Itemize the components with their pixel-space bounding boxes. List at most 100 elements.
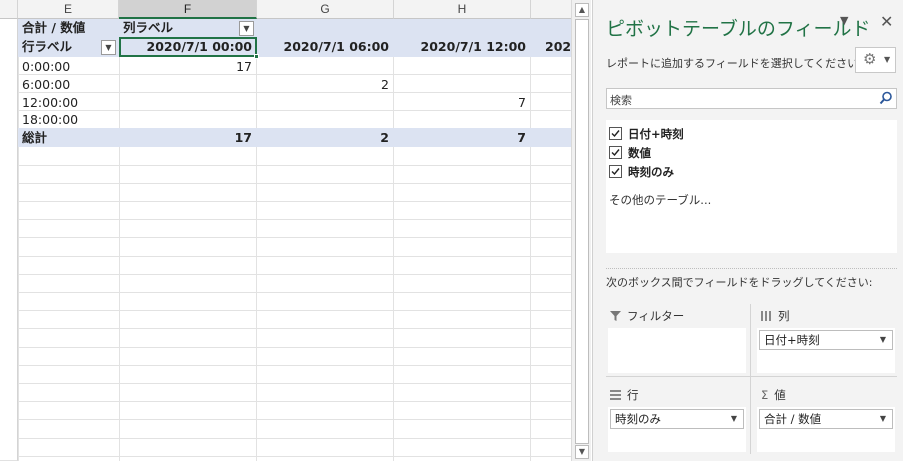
rows-icon [610,390,621,400]
pane-options-chevron-icon[interactable]: ▼ [840,14,848,27]
sigma-icon: Σ [761,388,769,402]
vertical-scrollbar[interactable]: ▲ ▼ [571,0,591,461]
worksheet[interactable]: E F G H 合計 / 数値 列ラベル ▼ 行ラベル ▼ 2020/7/1 0… [0,0,571,461]
pivot-value-label: 合計 / 数値 [22,20,86,35]
gridline [18,401,571,402]
pill-label: 日付+時刻 [764,333,820,347]
columns-field-pill[interactable]: 日付+時刻 ▼ [759,330,893,350]
rows-drop-area[interactable]: 時刻のみ ▼ [608,407,746,452]
gridline [18,365,571,366]
tools-button[interactable]: ⚙ ▼ [855,47,896,73]
gridline [18,237,571,238]
row-label[interactable]: 6:00:00 [22,76,118,94]
value-cell[interactable]: 17 [119,58,256,76]
filter-icon [610,311,621,321]
column-value-header[interactable]: 2020/7/1 06:00 [256,38,393,56]
scrollbar-thumb[interactable] [575,19,589,444]
rows-area-label: 行 [610,387,639,403]
value-cell[interactable]: 7 [393,94,530,112]
gridline [18,438,571,439]
value-cell[interactable] [119,76,256,94]
scroll-down-icon[interactable]: ▼ [575,445,589,459]
fill-handle[interactable] [254,54,259,59]
grand-total-label[interactable]: 総計 [22,129,118,147]
drag-instruction: 次のボックス間でフィールドをドラッグしてください: [606,276,873,289]
row-filter-dropdown-icon[interactable]: ▼ [101,40,116,55]
value-cell[interactable] [256,58,393,76]
value-cell[interactable] [393,111,530,129]
gridline [18,292,571,293]
row-label[interactable]: 12:00:00 [22,94,118,112]
row-labels-header: 行ラベル [22,39,73,54]
values-drop-area[interactable]: 合計 / 数値 ▼ [757,407,895,452]
value-cell[interactable] [119,94,256,112]
column-value-header[interactable]: 2020 [545,38,571,56]
gridline [18,219,571,220]
pane-title: ピボットテーブルのフィールド [606,18,871,40]
grand-total-cell[interactable]: 2 [256,129,393,147]
search-icon[interactable] [879,91,893,105]
chevron-down-icon[interactable]: ▼ [880,331,886,349]
value-cell[interactable] [393,76,530,94]
area-divider [750,304,751,454]
field-select-instruction: レポートに追加するフィールドを選択してください: [606,57,862,70]
area-title: 値 [774,388,786,402]
field-item-time-only[interactable]: 時刻のみ [609,164,674,180]
row-label[interactable]: 0:00:00 [22,58,118,76]
gridline [18,256,571,257]
scroll-up-icon[interactable]: ▲ [575,3,589,17]
gridline [18,456,571,457]
area-title: 行 [627,388,639,402]
value-cell[interactable]: 2 [256,76,393,94]
column-header-h[interactable]: H [394,0,531,19]
grand-total-cell[interactable]: 7 [393,129,530,147]
gridline [18,328,571,329]
gridline [18,274,571,275]
column-labels-header: 列ラベル [123,20,174,35]
pill-label: 時刻のみ [615,412,661,426]
value-cell[interactable] [393,58,530,76]
field-search-input[interactable]: 検索 [606,88,897,109]
checkbox-checked-icon[interactable] [609,165,622,178]
search-placeholder: 検索 [610,94,632,107]
value-cell[interactable] [256,111,393,129]
gridline [18,383,571,384]
gear-icon: ⚙ [863,50,877,68]
field-label: 日付+時刻 [628,127,684,141]
pill-label: 合計 / 数値 [764,412,822,426]
column-header-e[interactable]: E [18,0,119,19]
values-field-pill[interactable]: 合計 / 数値 ▼ [759,409,893,429]
column-header-i[interactable] [531,0,571,19]
close-icon[interactable]: ✕ [880,12,893,31]
gridline [18,183,571,184]
column-header-f[interactable]: F [119,0,257,19]
field-list: 日付+時刻 数値 時刻のみ その他のテーブル... [606,120,897,253]
value-cell[interactable] [256,94,393,112]
gridline [18,310,571,311]
gridline [18,19,19,461]
filter-drop-area[interactable] [608,328,746,373]
gridline [530,19,531,461]
grand-total-cell[interactable]: 17 [119,129,256,147]
area-title: 列 [778,309,790,323]
chevron-down-icon[interactable]: ▼ [880,410,886,428]
checkbox-checked-icon[interactable] [609,146,622,159]
field-label: 時刻のみ [628,165,674,179]
chevron-down-icon[interactable]: ▼ [731,410,737,428]
select-all-corner[interactable] [0,0,18,19]
gridline [18,347,571,348]
columns-drop-area[interactable]: 日付+時刻 ▼ [757,328,895,373]
column-header-g[interactable]: G [257,0,394,19]
value-cell[interactable] [119,111,256,129]
rows-field-pill[interactable]: 時刻のみ ▼ [610,409,744,429]
field-item-datetime[interactable]: 日付+時刻 [609,126,684,142]
checkbox-checked-icon[interactable] [609,127,622,140]
field-item-value[interactable]: 数値 [609,145,651,161]
row-header-strip[interactable] [0,19,18,461]
row-label[interactable]: 18:00:00 [22,111,118,129]
values-area-label: Σ値 [761,387,786,403]
column-filter-dropdown-icon[interactable]: ▼ [239,21,254,36]
pane-splitter[interactable] [606,268,897,269]
column-value-header[interactable]: 2020/7/1 12:00 [393,38,530,56]
more-tables-link[interactable]: その他のテーブル... [609,192,711,208]
